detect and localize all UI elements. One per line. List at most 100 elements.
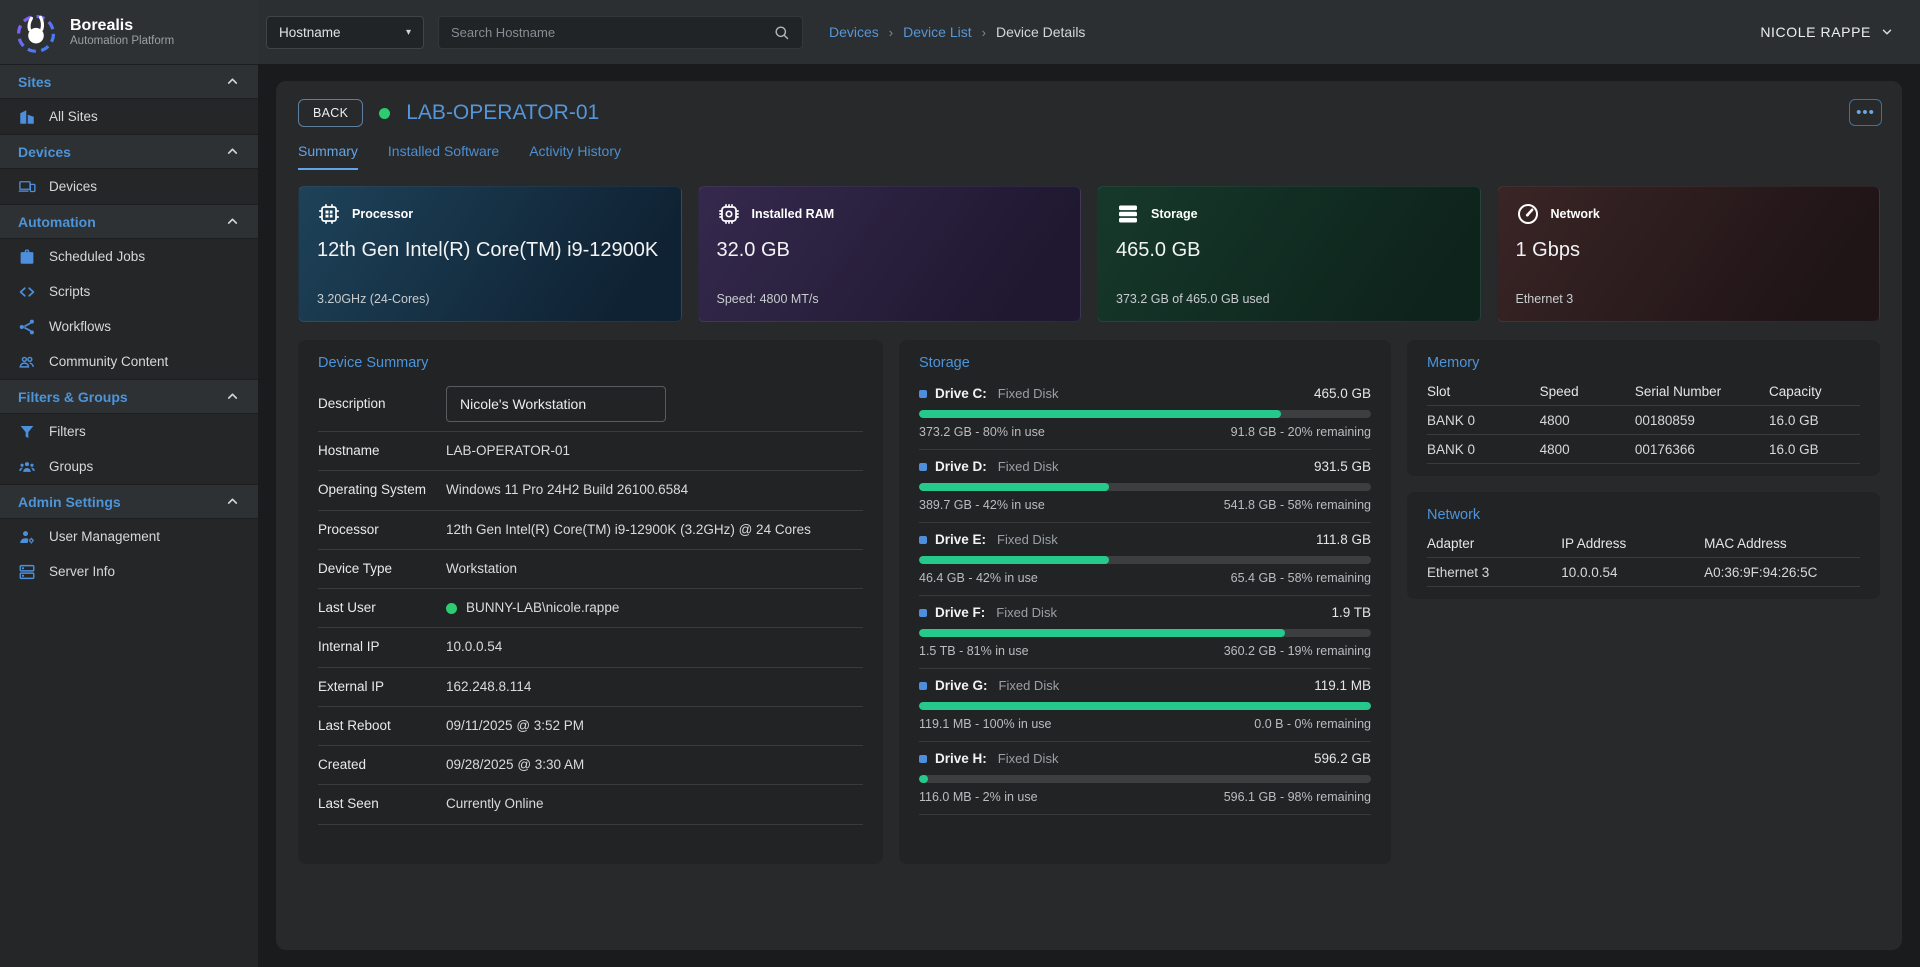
drive-usage-fill	[919, 556, 1109, 564]
ellipsis-icon: •••	[1856, 105, 1875, 120]
memory-row: BANK 048000018085916.0 GB	[1427, 406, 1860, 435]
drive-size: 111.8 GB	[1316, 532, 1371, 547]
sidebar-item-label: Scheduled Jobs	[49, 249, 145, 264]
sidebar-item-scheduled-jobs[interactable]: Scheduled Jobs	[0, 239, 258, 274]
sidebar-section-admin-settings[interactable]: Admin Settings	[0, 484, 258, 519]
drive-usage-fill	[919, 410, 1281, 418]
table-cell: BANK 0	[1427, 442, 1540, 457]
summary-label: Description	[318, 395, 446, 413]
share-nodes-icon	[18, 318, 36, 336]
sidebar-nav: Sites All Sites Devices Devices Automati…	[0, 64, 258, 967]
drive-free-text: 541.8 GB - 58% remaining	[1224, 498, 1371, 512]
bunny-logo-icon	[14, 10, 58, 54]
search-input[interactable]	[451, 25, 773, 40]
sidebar-item-label: Community Content	[49, 354, 168, 369]
drive-size: 1.9 TB	[1331, 605, 1371, 620]
drive-used-text: 119.1 MB - 100% in use	[919, 717, 1051, 731]
sidebar-item-community-content[interactable]: Community Content	[0, 344, 258, 379]
chevron-up-icon	[225, 214, 240, 229]
tab-summary[interactable]: Summary	[298, 143, 358, 170]
server-icon	[18, 563, 36, 581]
summary-value: 09/11/2025 @ 3:52 PM	[446, 716, 584, 736]
tab-bar: Summary Installed Software Activity Histor…	[298, 143, 1880, 170]
drive-used-text: 1.5 TB - 81% in use	[919, 644, 1029, 658]
summary-label: Created	[318, 756, 446, 774]
sidebar-item-groups[interactable]: Groups	[0, 449, 258, 484]
sidebar-item-server-info[interactable]: Server Info	[0, 554, 258, 589]
stat-card-header: Installed RAM	[717, 202, 1063, 226]
sidebar-item-devices[interactable]: Devices	[0, 169, 258, 204]
user-gear-icon	[18, 528, 36, 546]
summary-label: Device Type	[318, 560, 446, 578]
drive-row-drive-c: Drive C: Fixed Disk 465.0 GB 373.2 GB - …	[919, 377, 1371, 450]
drive-type: Fixed Disk	[998, 386, 1059, 401]
search-box[interactable]	[438, 16, 803, 49]
description-input[interactable]	[446, 386, 666, 422]
summary-label: External IP	[318, 678, 446, 696]
stat-card-installed-ram: Installed RAM 32.0 GB Speed: 4800 MT/s	[698, 186, 1082, 322]
stat-card-storage: Storage 465.0 GB 373.2 GB of 465.0 GB us…	[1097, 186, 1481, 322]
chevron-up-icon	[225, 144, 240, 159]
drive-usage-fill	[919, 702, 1371, 710]
more-actions-button[interactable]: •••	[1849, 99, 1882, 126]
network-panel: Network AdapterIP AddressMAC AddressEthe…	[1407, 492, 1880, 599]
summary-value: 162.248.8.114	[446, 677, 531, 697]
drive-row-drive-e: Drive E: Fixed Disk 111.8 GB 46.4 GB - 4…	[919, 523, 1371, 596]
stat-card-title: Storage	[1151, 207, 1198, 221]
drive-used-text: 389.7 GB - 42% in use	[919, 498, 1045, 512]
summary-label: Last User	[318, 599, 446, 617]
drive-row-drive-f: Drive F: Fixed Disk 1.9 TB 1.5 TB - 81% …	[919, 596, 1371, 669]
stat-card-header: Storage	[1116, 202, 1462, 226]
summary-label: Last Seen	[318, 795, 446, 813]
device-summary-title: Device Summary	[318, 355, 863, 371]
column-header: Serial Number	[1635, 384, 1769, 399]
memory-row: BANK 048000017636616.0 GB	[1427, 435, 1860, 464]
column-header: Speed	[1540, 384, 1635, 399]
sidebar-section-label: Devices	[18, 144, 71, 160]
breadcrumb-item-devices[interactable]: Devices	[829, 24, 879, 40]
sidebar-item-user-management[interactable]: User Management	[0, 519, 258, 554]
stat-card-subtext: 3.20GHz (24-Cores)	[317, 292, 663, 306]
device-details-card: BACK LAB-OPERATOR-01 ••• Summary Installe…	[276, 81, 1902, 950]
table-cell: 00180859	[1635, 413, 1769, 428]
summary-value: Windows 11 Pro 24H2 Build 26100.6584	[446, 480, 688, 500]
brand-logo-area: Borealis Automation Platform	[0, 0, 258, 64]
stat-card-subtext: Ethernet 3	[1516, 292, 1862, 306]
drive-bullet-icon	[919, 390, 927, 398]
stat-card-value: 32.0 GB	[717, 239, 1063, 262]
sidebar-item-label: User Management	[49, 529, 160, 544]
sidebar-item-filters[interactable]: Filters	[0, 414, 258, 449]
drive-row-drive-h: Drive H: Fixed Disk 596.2 GB 116.0 MB - …	[919, 742, 1371, 815]
back-button[interactable]: BACK	[298, 99, 363, 127]
memory-header-row: SlotSpeedSerial NumberCapacity	[1427, 377, 1860, 406]
column-header: Slot	[1427, 384, 1540, 399]
tab-activity-history[interactable]: Activity History	[529, 143, 621, 170]
hostname-filter-value: Hostname	[279, 25, 341, 40]
group-icon	[18, 458, 36, 476]
summary-row-last-seen: Last Seen Currently Online	[318, 785, 863, 824]
drive-free-text: 65.4 GB - 58% remaining	[1231, 571, 1371, 585]
sidebar-item-workflows[interactable]: Workflows	[0, 309, 258, 344]
sidebar-section-sites[interactable]: Sites	[0, 64, 258, 99]
user-menu[interactable]: NICOLE RAPPE	[1760, 24, 1894, 40]
sidebar-section-devices[interactable]: Devices	[0, 134, 258, 169]
network-row: Ethernet 310.0.0.54A0:36:9F:94:26:5C	[1427, 558, 1860, 587]
sidebar-item-all-sites[interactable]: All Sites	[0, 99, 258, 134]
drive-type: Fixed Disk	[998, 459, 1059, 474]
summary-row-last-reboot: Last Reboot 09/11/2025 @ 3:52 PM	[318, 707, 863, 746]
table-cell: Ethernet 3	[1427, 565, 1561, 580]
sidebar-item-scripts[interactable]: Scripts	[0, 274, 258, 309]
tab-installed-software[interactable]: Installed Software	[388, 143, 499, 170]
stat-card-processor: Processor 12th Gen Intel(R) Core(TM) i9-…	[298, 186, 682, 322]
summary-row-operating-system: Operating System Windows 11 Pro 24H2 Bui…	[318, 471, 863, 510]
breadcrumb-item-device-list[interactable]: Device List	[903, 24, 971, 40]
breadcrumb-item-device-details: Device Details	[996, 24, 1085, 40]
chevron-up-icon	[225, 494, 240, 509]
drive-name: Drive E:	[935, 532, 986, 547]
summary-row-internal-ip: Internal IP 10.0.0.54	[318, 628, 863, 667]
page-title: LAB-OPERATOR-01	[406, 101, 599, 125]
sidebar-item-label: Server Info	[49, 564, 115, 579]
sidebar-section-automation[interactable]: Automation	[0, 204, 258, 239]
hostname-filter-dropdown[interactable]: Hostname ▾	[266, 16, 424, 49]
sidebar-section-filters-groups[interactable]: Filters & Groups	[0, 379, 258, 414]
